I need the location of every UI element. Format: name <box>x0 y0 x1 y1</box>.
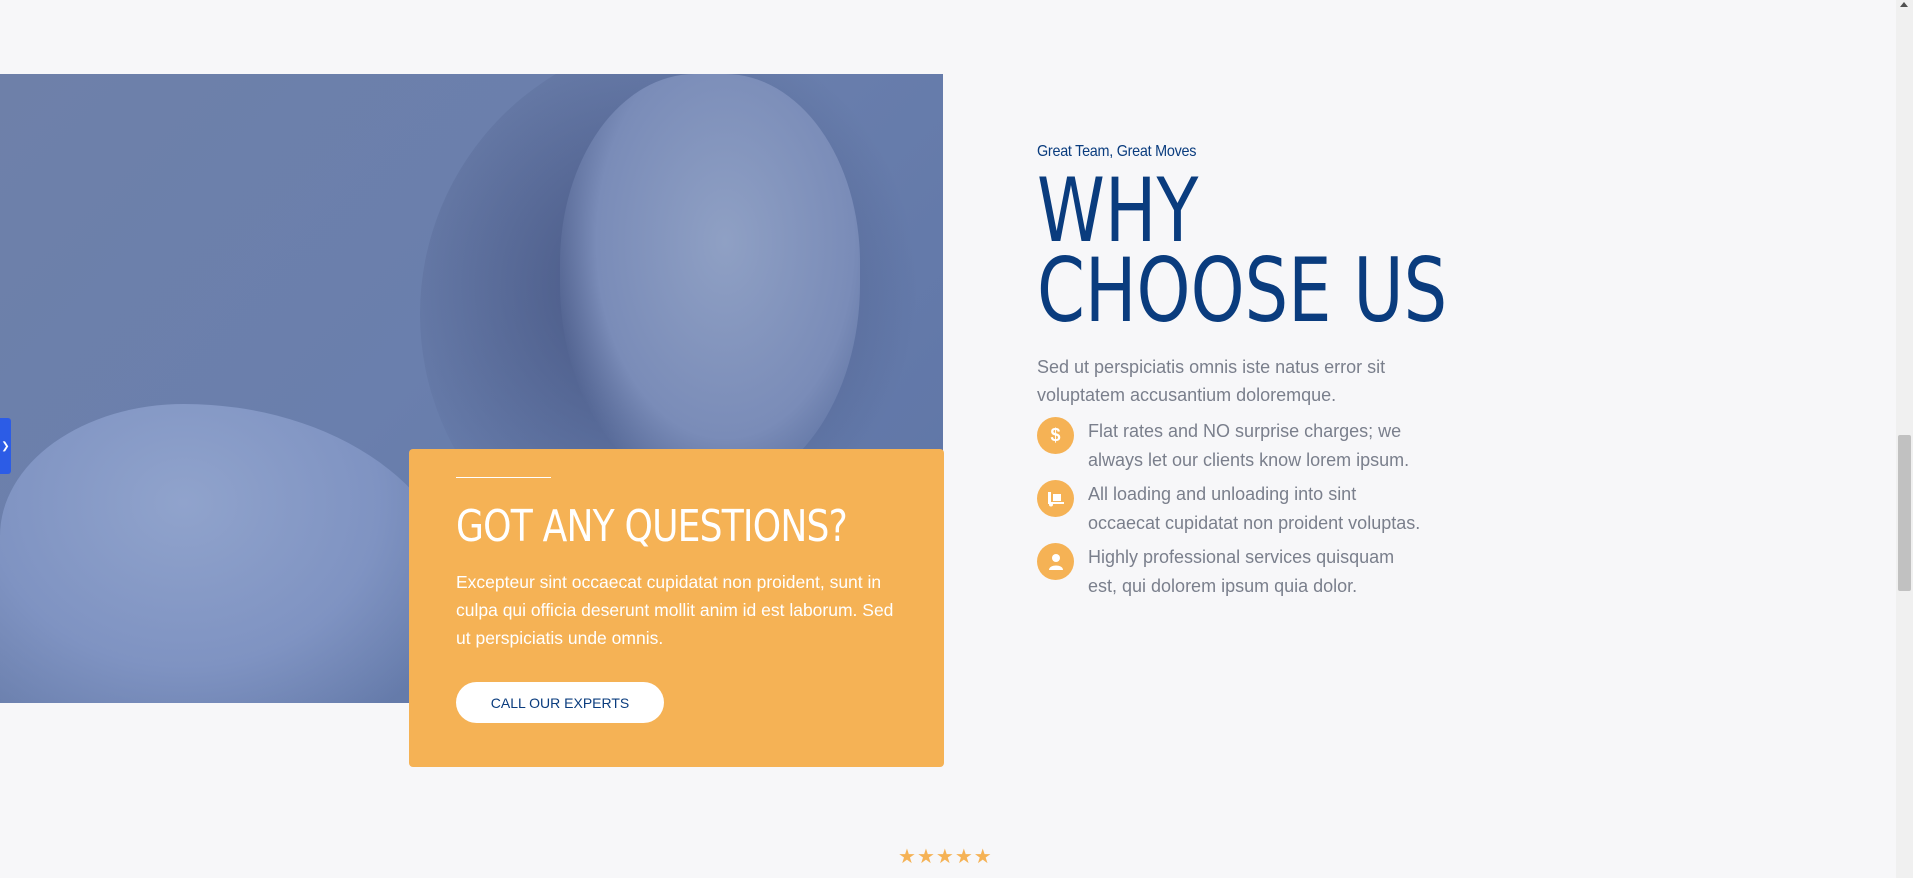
chevron-right-icon: ❯ <box>1 440 10 452</box>
section-lead: Sed ut perspiciatis omnis iste natus err… <box>1037 357 1386 405</box>
features-list: $ Flat rates and NO surprise charges; we… <box>1037 417 1467 600</box>
feature-text: Highly professional services quisquam es… <box>1088 547 1395 596</box>
feature-item: Highly professional services quisquam es… <box>1037 543 1467 600</box>
feature-item: $ Flat rates and NO surprise charges; we… <box>1037 417 1467 474</box>
star-icon: ★ <box>973 846 992 868</box>
feature-text: Flat rates and NO surprise charges; we a… <box>1088 421 1410 470</box>
page-scrollbar[interactable] <box>1896 0 1913 878</box>
user-glyph <box>1048 553 1063 570</box>
feature-text: All loading and unloading into sint occa… <box>1088 484 1421 533</box>
face-shape <box>560 74 860 494</box>
truck-loading-glyph <box>1047 491 1064 506</box>
user-tie-icon <box>1037 543 1074 580</box>
questions-body: Excepteur sint occaecat cupidatat non pr… <box>456 572 894 648</box>
star-icon: ★ <box>935 846 954 868</box>
dollar-icon: $ <box>1037 417 1074 454</box>
feature-item: All loading and unloading into sint occa… <box>1037 480 1467 537</box>
card-divider <box>456 477 551 478</box>
questions-title: GOT ANY QUESTIONS? <box>456 501 848 552</box>
side-panel-toggle[interactable]: ❯ <box>0 418 11 474</box>
star-icon: ★ <box>954 846 973 868</box>
why-choose-us-section: Great Team, Great Moves WHY CHOOSE US Se… <box>1037 143 1467 606</box>
call-experts-button[interactable]: CALL OUR EXPERTS <box>456 682 664 723</box>
truck-loading-icon <box>1037 480 1074 517</box>
scroll-up-arrow-icon[interactable] <box>1900 2 1908 7</box>
section-title: WHY CHOOSE US <box>1037 159 1448 342</box>
star-rating: ★ ★ ★ ★ ★ <box>898 847 992 867</box>
shirt-shape <box>0 404 460 703</box>
star-icon: ★ <box>916 846 935 868</box>
scrollbar-thumb[interactable] <box>1898 435 1911 591</box>
star-icon: ★ <box>898 846 916 868</box>
questions-card: GOT ANY QUESTIONS? Excepteur sint occaec… <box>409 449 944 767</box>
